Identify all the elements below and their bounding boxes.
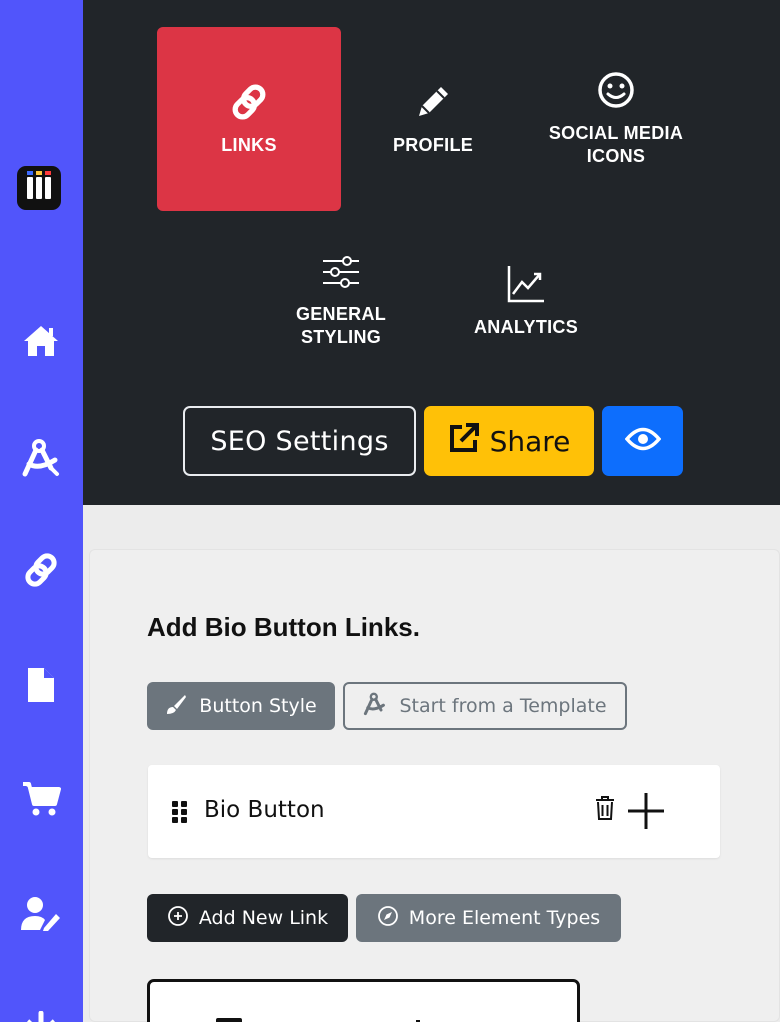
tab-label: STYLING	[300, 327, 382, 347]
link-icon[interactable]	[20, 549, 62, 591]
tab-links[interactable]: LINKS	[157, 27, 341, 211]
app-logo-icon[interactable]	[17, 166, 61, 210]
link-item[interactable]: Bio Button	[148, 765, 720, 858]
drag-handle-icon[interactable]	[172, 801, 187, 823]
tab-general-styling[interactable]: GENERAL STYLING	[248, 246, 434, 356]
tab-analytics[interactable]: ANALYTICS	[433, 246, 619, 356]
plus-icon[interactable]	[626, 791, 666, 835]
more-element-types-label: More Element Types	[408, 907, 601, 929]
tab-social-media-icons[interactable]: SOCIAL MEDIA ICONS	[523, 64, 709, 174]
file-icon[interactable]	[20, 664, 62, 706]
user-edit-icon[interactable]	[20, 893, 62, 935]
share-label: Share	[489, 424, 571, 458]
seo-settings-button[interactable]: SEO Settings	[183, 406, 416, 476]
more-element-types-button[interactable]: More Element Types	[356, 894, 621, 942]
tab-label: ICONS	[586, 146, 646, 166]
sidebar	[0, 0, 83, 1022]
section-title: Add Bio Button Links.	[147, 612, 420, 642]
cart-icon[interactable]	[20, 778, 62, 820]
link-item-label: Bio Button	[204, 797, 325, 823]
links-editor-card: Add Bio Button Links. Button Style Start…	[89, 549, 780, 1022]
button-style-button[interactable]: Button Style	[147, 682, 335, 730]
tab-profile[interactable]: PROFILE	[340, 64, 526, 174]
compass-drafting-icon	[363, 692, 387, 721]
element-preview-box[interactable]	[147, 979, 580, 1022]
tab-label: SOCIAL MEDIA	[548, 123, 684, 143]
compass-drafting-icon[interactable]	[20, 437, 62, 479]
tab-label: GENERAL	[295, 304, 387, 324]
pencil-icon	[413, 82, 453, 128]
link-icon	[228, 82, 270, 128]
paint-brush-icon	[165, 693, 187, 720]
top-panel: LINKS PROFILE SOCIAL MEDIA ICONS GENERAL…	[83, 0, 780, 505]
preview-button[interactable]	[602, 406, 683, 476]
share-button[interactable]: Share	[424, 406, 594, 476]
tab-label: PROFILE	[392, 134, 474, 155]
tab-label: LINKS	[221, 134, 277, 155]
start-template-button[interactable]: Start from a Template	[343, 682, 627, 730]
add-new-link-label: Add New Link	[198, 907, 329, 929]
sliders-icon	[321, 253, 361, 297]
power-icon[interactable]	[20, 1005, 62, 1022]
tab-label: ANALYTICS	[473, 316, 579, 337]
chart-line-icon	[506, 264, 546, 310]
compass-icon	[377, 905, 399, 932]
add-new-link-button[interactable]: Add New Link	[147, 894, 348, 942]
home-icon[interactable]	[20, 320, 62, 362]
cut-off-glyph	[216, 1018, 242, 1022]
start-template-label: Start from a Template	[399, 695, 607, 717]
add-circle-icon	[167, 905, 189, 932]
smile-icon	[596, 70, 636, 116]
trash-icon[interactable]	[594, 795, 616, 825]
external-link-icon	[448, 422, 480, 461]
eye-icon	[624, 426, 661, 456]
button-style-label: Button Style	[199, 695, 317, 717]
